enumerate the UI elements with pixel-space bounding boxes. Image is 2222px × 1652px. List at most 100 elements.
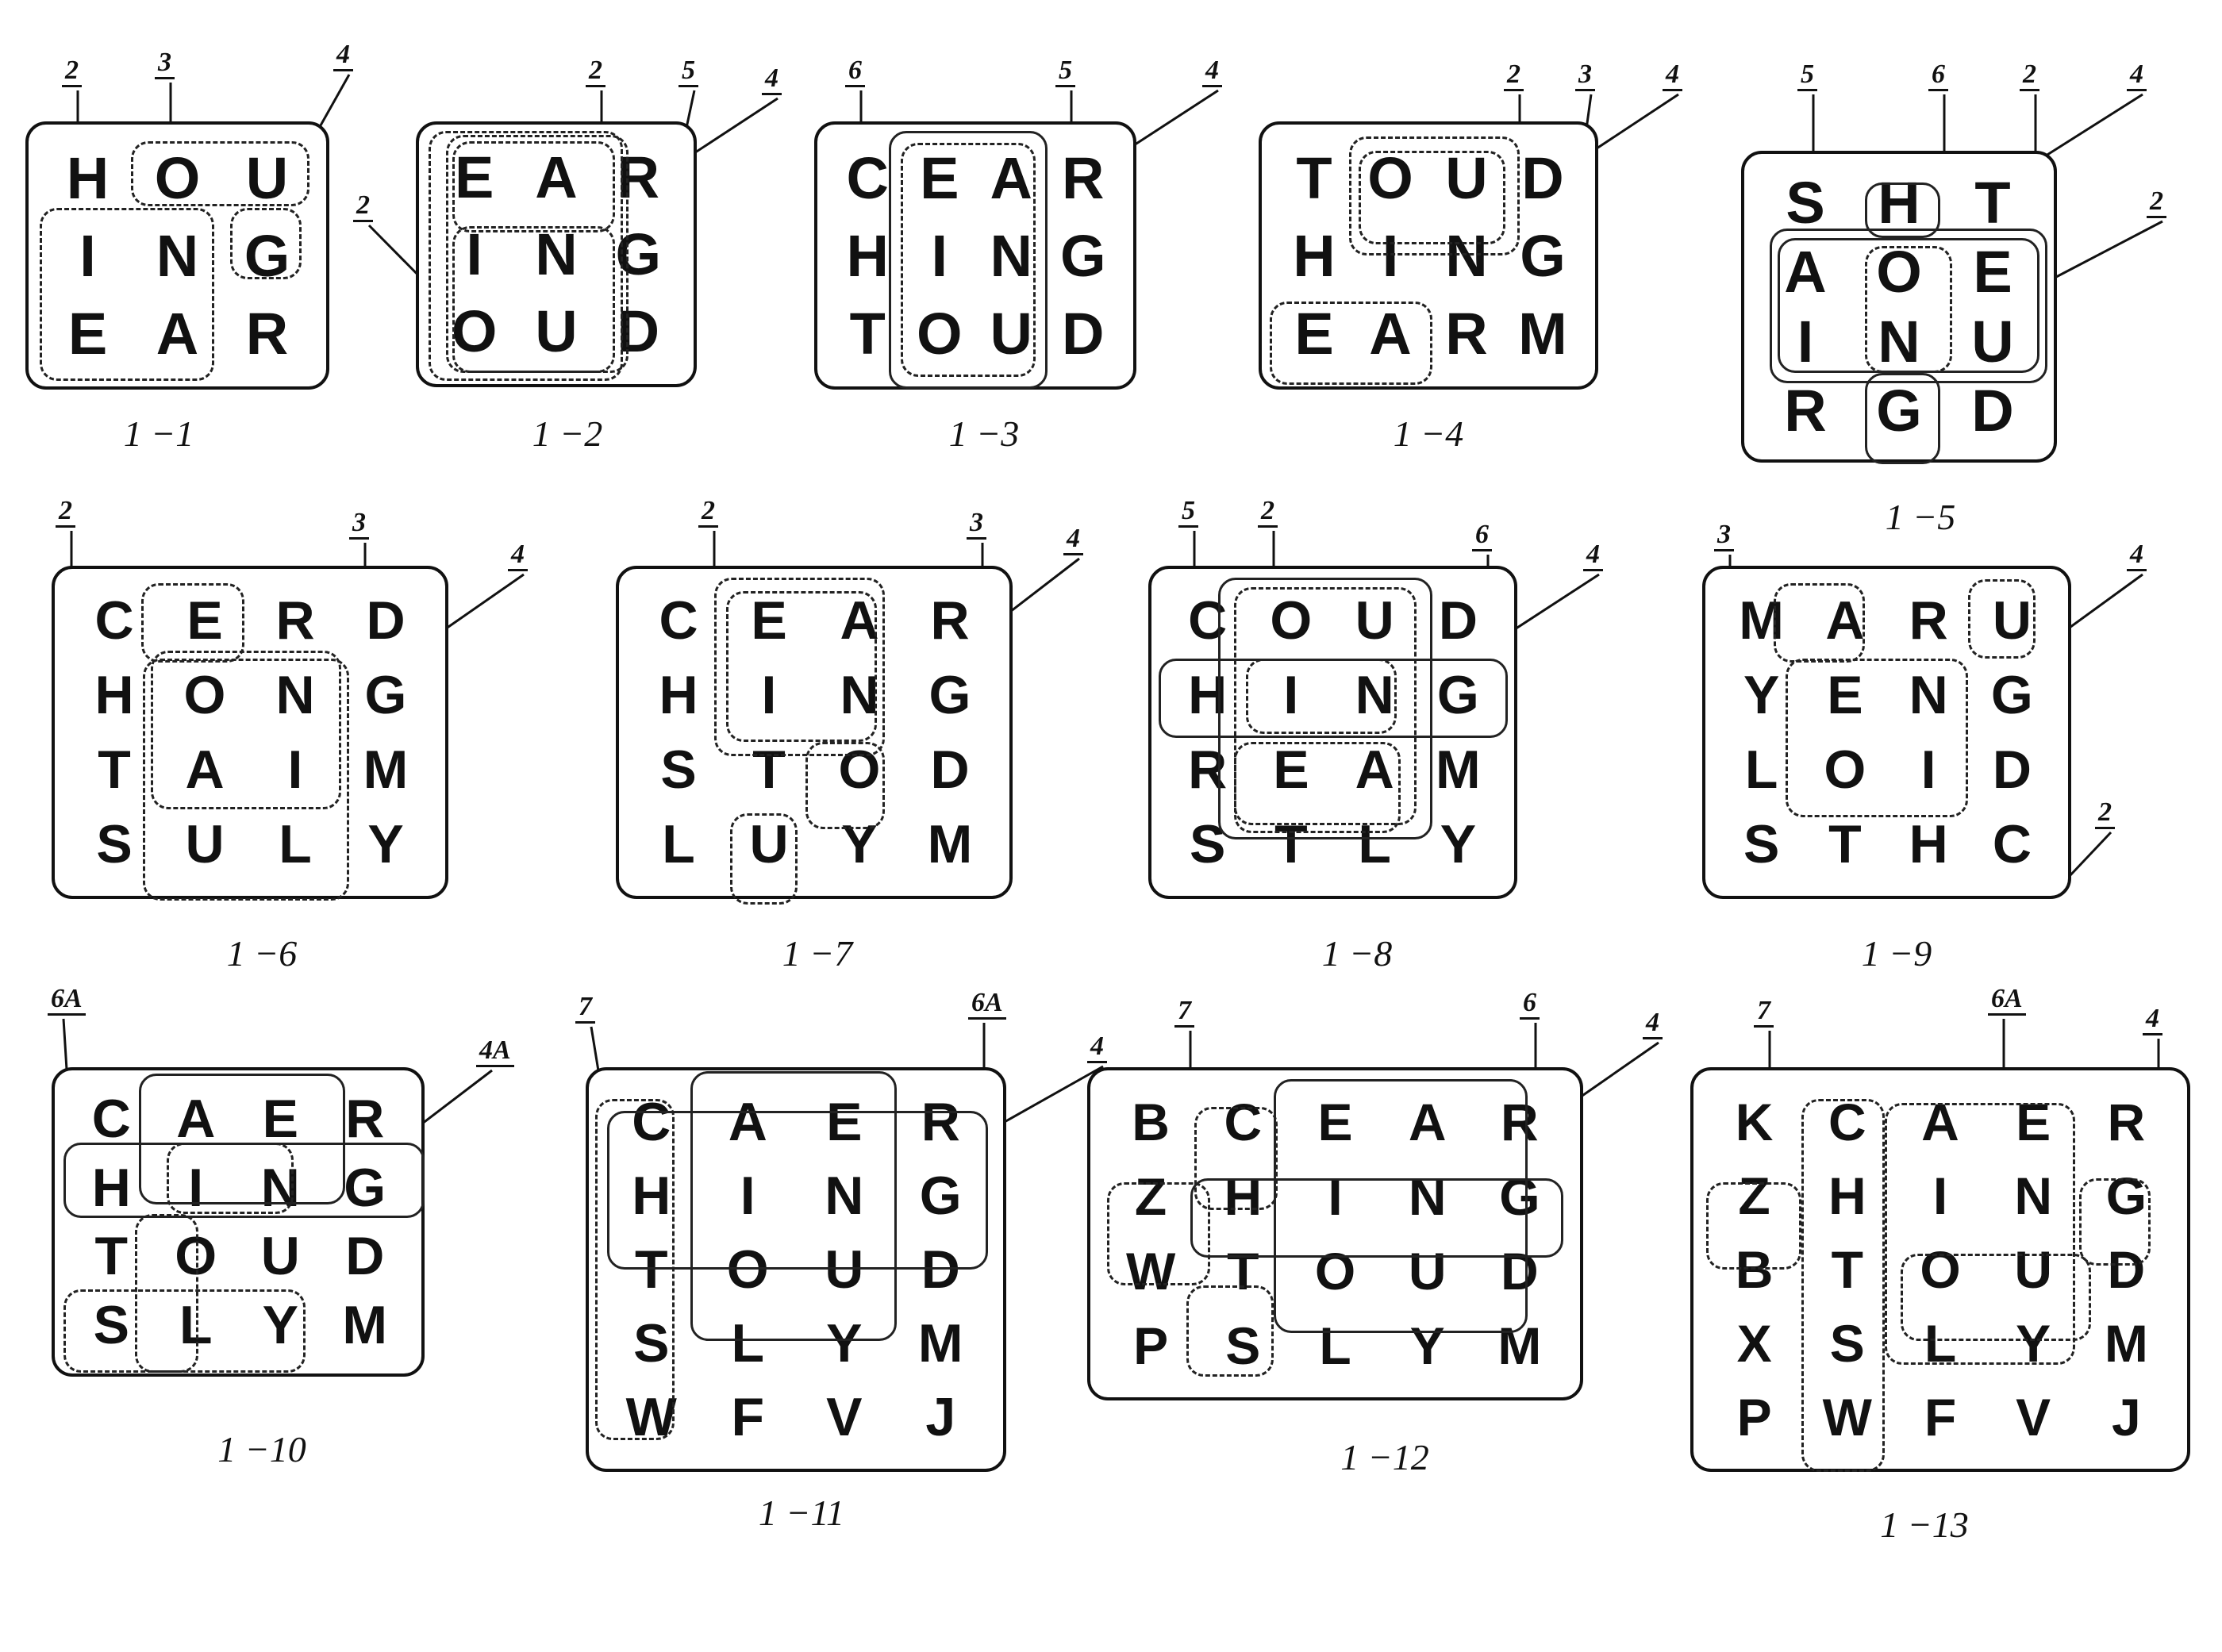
letter-cell: A	[728, 1091, 767, 1152]
letter-cell: N	[1909, 665, 1948, 725]
reference-numeral: 2	[353, 190, 373, 223]
letter-cell: S	[1829, 1314, 1865, 1373]
letter-grid: KCAER ZH I NG BTOUD XSLYM PWFV J	[1708, 1085, 2173, 1454]
letter-cell: A	[176, 1089, 216, 1150]
letter-cell: H	[659, 665, 698, 725]
reference-numeral: 4A	[476, 1035, 514, 1068]
reference-numeral: 2	[698, 496, 718, 528]
reference-numeral: 4	[2143, 1004, 2162, 1036]
reference-numeral: 2	[2020, 60, 2039, 92]
letter-grid: CEAR H I NG STOD LUYM	[633, 583, 995, 882]
letter-cell: R	[1501, 1093, 1539, 1151]
letter-cell: S	[96, 814, 133, 874]
letter-cell: G	[615, 221, 662, 287]
letter-cell: I	[1382, 222, 1399, 289]
letter-cell: C	[1992, 814, 2032, 874]
reference-numeral: 6A	[48, 984, 86, 1016]
letter-cell: Y	[841, 814, 878, 874]
letter-cell: G	[928, 665, 971, 725]
letter-cell: E	[1273, 740, 1309, 800]
figure-caption: 1 −10	[217, 1429, 306, 1470]
reference-numeral: 5	[679, 56, 698, 88]
letter-cell: U	[1445, 144, 1488, 211]
letter-cell: M	[917, 1313, 963, 1374]
letter-cell: Y	[1743, 665, 1780, 725]
letter-cell: D	[617, 298, 660, 364]
reference-numeral: 6	[1472, 520, 1492, 552]
letter-cell: Z	[1134, 1167, 1167, 1226]
letter-cell: O	[154, 144, 201, 211]
letter-cell: A	[1921, 1092, 1959, 1151]
letter-cell: G	[344, 1157, 386, 1218]
reference-numeral: 5	[1797, 60, 1817, 92]
letter-cell: E	[262, 1089, 298, 1150]
letter-cell: N	[156, 222, 199, 289]
letter-cell: F	[1924, 1388, 1957, 1447]
letter-cell: S	[1743, 814, 1780, 874]
letter-grid: CERD HONG TA IM SULY	[69, 583, 431, 882]
letter-cell: U	[1355, 590, 1394, 651]
reference-numeral: 3	[1714, 520, 1734, 552]
letter-cell: L	[1924, 1314, 1957, 1373]
reference-numeral: 4	[333, 40, 353, 72]
figure-caption: 1 −7	[782, 933, 853, 974]
reference-numeral: 3	[155, 48, 175, 80]
letter-cell: G	[1990, 665, 2033, 725]
letter-cell: M	[1518, 300, 1567, 367]
reference-numeral: 2	[2147, 186, 2166, 219]
letter-cell: J	[925, 1387, 956, 1448]
letter-cell: D	[1521, 144, 1564, 211]
letter-cell: N	[2014, 1166, 2053, 1225]
letter-cell: M	[1436, 740, 1481, 800]
letter-cell: W	[1822, 1388, 1872, 1447]
letter-cell: G	[2105, 1166, 2147, 1225]
letter-cell: M	[342, 1294, 388, 1355]
letter-cell: E	[1827, 665, 1863, 725]
letter-cell: X	[1736, 1314, 1772, 1373]
letter-cell: M	[927, 814, 973, 874]
letter-grid: EAR ING OUD	[433, 139, 679, 370]
letter-cell: N	[535, 221, 578, 287]
letter-cell: A	[185, 740, 225, 800]
letter-cell: G	[244, 222, 290, 289]
letter-cell: Y	[1409, 1316, 1445, 1375]
letter-cell: R	[617, 144, 660, 210]
letter-cell: I	[740, 1165, 755, 1226]
reference-numeral: 4	[762, 63, 782, 96]
letter-cell: O	[916, 300, 963, 367]
reference-numeral: 7	[1174, 996, 1194, 1028]
reference-numeral: 4	[1063, 524, 1083, 556]
letter-cell: L	[731, 1313, 765, 1374]
letter-cell: G	[364, 665, 407, 725]
letter-cell: O	[1876, 239, 1922, 305]
letter-cell: G	[1876, 377, 1922, 444]
letter-cell: I	[1797, 308, 1814, 375]
letter-cell: T	[752, 740, 786, 800]
letter-cell: D	[1501, 1242, 1539, 1300]
letter-cell: H	[632, 1165, 671, 1226]
letter-cell: T	[634, 1239, 668, 1300]
letter-cell: T	[849, 300, 886, 367]
letter-cell: D	[2107, 1239, 2146, 1299]
letter-cell: Y	[826, 1313, 863, 1374]
letter-cell: I	[1932, 1166, 1948, 1225]
letter-cell: H	[1224, 1167, 1263, 1226]
letter-cell: U	[185, 814, 225, 874]
reference-numeral: 2	[2095, 797, 2115, 830]
letter-cell: T	[98, 740, 131, 800]
figure-caption: 1 −5	[1885, 497, 1956, 537]
letter-grid: BCEAR ZH I NG WTOUD PSLYM	[1105, 1085, 1566, 1383]
letter-cell: R	[1909, 590, 1948, 651]
reference-numeral: 5	[1178, 496, 1198, 528]
letter-grid: HOU ING EAR	[43, 139, 312, 372]
letter-cell: A	[1408, 1093, 1447, 1151]
leader-line	[990, 1065, 1104, 1131]
letter-cell: Z	[1738, 1166, 1770, 1225]
letter-cell: N	[1355, 665, 1394, 725]
letter-cell: I	[1328, 1167, 1343, 1226]
figure-caption: 1 −2	[532, 413, 603, 454]
letter-cell: V	[826, 1387, 863, 1448]
figure-caption: 1 −9	[1861, 933, 1932, 974]
letter-cell: D	[921, 1239, 960, 1300]
letter-cell: I	[761, 665, 777, 725]
